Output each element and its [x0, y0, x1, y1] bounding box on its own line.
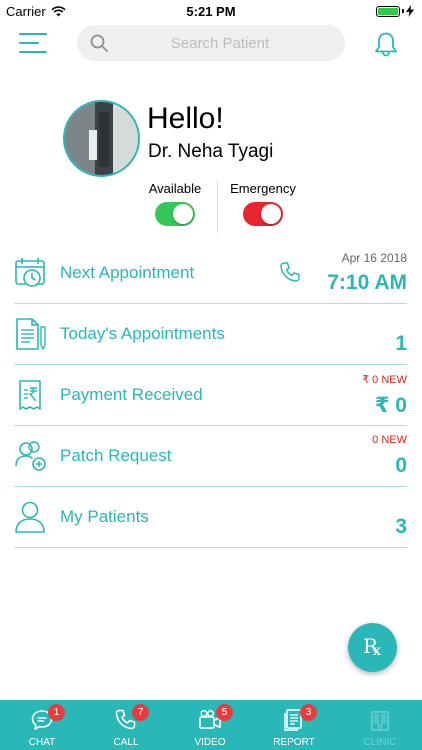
emergency-toggle[interactable]: [243, 202, 283, 226]
chat-badge: 1: [48, 704, 65, 721]
tab-clinic: CLINIC: [338, 700, 422, 750]
appointment-time: 7:10 AM: [327, 271, 407, 294]
row-label: My Patients: [60, 507, 149, 526]
tab-label: CHAT: [28, 737, 56, 748]
menu-icon[interactable]: [19, 33, 47, 55]
tab-label: VIDEO: [194, 737, 226, 748]
tab-label: REPORT: [273, 737, 315, 748]
row-label: Payment Received: [60, 385, 203, 404]
phone-icon[interactable]: [279, 261, 301, 283]
document-pen-icon: [16, 318, 46, 350]
todays-appointments-count: 1: [395, 332, 407, 355]
tab-chat[interactable]: 1 CHAT: [0, 700, 84, 750]
status-time: 5:21 PM: [186, 4, 236, 19]
video-badge: 5: [216, 704, 233, 721]
tab-call[interactable]: 7 CALL: [84, 700, 168, 750]
row-label: Today's Appointments: [60, 324, 225, 343]
tab-label: CLINIC: [363, 737, 397, 748]
row-my-patients[interactable]: My Patients 3: [14, 487, 407, 548]
bottom-tab-bar: 1 CHAT 7 CALL 5 VIDEO 3 REPORT CLINIC: [0, 700, 422, 750]
bell-icon[interactable]: [372, 30, 400, 58]
emergency-toggle-group: Emergency: [228, 181, 298, 231]
toggle-divider: [217, 180, 218, 233]
row-label: Next Appointment: [60, 263, 195, 282]
status-bar: Carrier 5:21 PM: [0, 0, 422, 22]
calendar-clock-icon: [15, 258, 45, 287]
search-icon: [90, 34, 108, 52]
tab-report[interactable]: 3 REPORT: [252, 700, 336, 750]
tab-label: CALL: [113, 737, 139, 748]
users-add-icon: [15, 441, 46, 471]
battery-icon: [376, 5, 414, 17]
row-next-appointment[interactable]: Next Appointment Apr 16 2018 7:10 AM: [14, 243, 407, 304]
my-patients-count: 3: [395, 515, 407, 538]
report-badge: 3: [300, 704, 317, 721]
tab-video[interactable]: 5 VIDEO: [168, 700, 252, 750]
rx-icon-x: x: [373, 643, 381, 659]
patch-new-badge: 0 NEW: [372, 434, 407, 446]
greeting: Hello!: [147, 102, 224, 135]
doctor-name: Dr. Neha Tyagi: [148, 141, 274, 162]
search-bar[interactable]: [77, 25, 345, 61]
row-label: Patch Request: [60, 446, 172, 465]
avatar-photo: [65, 102, 138, 175]
appointment-date: Apr 16 2018: [341, 251, 407, 265]
available-toggle[interactable]: [155, 202, 195, 226]
prescription-button[interactable]: R x: [348, 623, 397, 672]
row-payment-received[interactable]: Payment Received ₹ 0 NEW ₹ 0: [14, 365, 407, 426]
row-patch-request[interactable]: Patch Request 0 NEW 0: [14, 426, 407, 487]
receipt-rupee-icon: [19, 380, 41, 410]
user-icon: [15, 501, 45, 533]
search-input[interactable]: [77, 25, 345, 61]
call-badge: 7: [132, 704, 149, 721]
available-label: Available: [148, 181, 202, 196]
payment-amount: ₹ 0: [374, 394, 407, 417]
emergency-label: Emergency: [230, 181, 296, 196]
charging-icon: [406, 5, 414, 17]
avatar[interactable]: [63, 100, 140, 177]
payment-new-badge: ₹ 0 NEW: [362, 374, 407, 386]
clinic-icon: [371, 711, 389, 731]
available-toggle-group: Available: [147, 181, 203, 231]
patch-request-count: 0: [395, 454, 407, 477]
row-todays-appointments[interactable]: Today's Appointments 1: [14, 304, 407, 365]
